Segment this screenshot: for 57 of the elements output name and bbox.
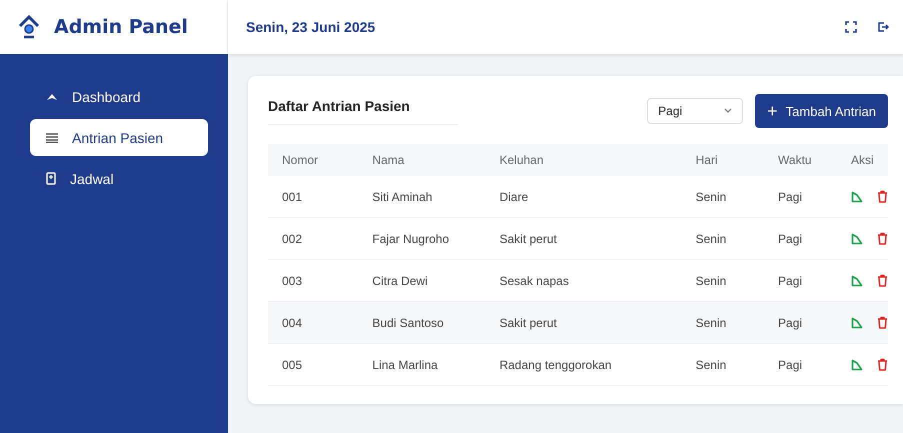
table-cell: Siti Aminah xyxy=(358,176,486,218)
trash-icon[interactable] xyxy=(877,358,888,371)
session-select[interactable]: Pagi xyxy=(647,98,744,124)
trash-icon[interactable] xyxy=(877,274,888,287)
sidebar-item[interactable]: Antrian Pasien xyxy=(30,119,208,156)
table-cell: Sesak napas xyxy=(485,260,682,302)
column-header: Waktu xyxy=(764,144,837,176)
chevron-icon xyxy=(724,108,732,114)
edit-icon[interactable] xyxy=(851,358,863,370)
table-cell: 002 xyxy=(268,218,358,260)
column-header: Nama xyxy=(358,144,486,176)
table-cell: Senin xyxy=(682,344,764,386)
edit-icon[interactable] xyxy=(851,232,863,244)
trash-icon[interactable] xyxy=(877,190,888,203)
current-date: Senin, 23 Juni 2025 xyxy=(246,19,376,35)
table-cell: 005 xyxy=(268,344,358,386)
table-cell: Lina Marlina xyxy=(358,344,486,386)
table-cell: Senin xyxy=(682,302,764,344)
add-queue-button[interactable]: + Tambah Antrian xyxy=(755,94,888,128)
table-cell: Senin xyxy=(682,260,764,302)
column-header: Nomor xyxy=(268,144,358,176)
table-cell: Senin xyxy=(682,218,764,260)
table-cell: Diare xyxy=(485,176,682,218)
column-header: Hari xyxy=(682,144,764,176)
sidebar-label: Jadwal xyxy=(70,170,114,186)
card-title: Daftar Antrian Pasien xyxy=(268,98,458,124)
table-cell: 003 xyxy=(268,260,358,302)
sidebar-label: Antrian Pasien xyxy=(72,130,164,146)
edit-icon[interactable] xyxy=(851,274,863,286)
table-cell: Senin xyxy=(682,176,764,218)
table-cell: Pagi xyxy=(764,176,837,218)
table-cell: Pagi xyxy=(764,260,837,302)
edit-icon[interactable] xyxy=(851,316,863,328)
brand-title: Admin Panel xyxy=(54,16,188,38)
table-cell: 001 xyxy=(268,176,358,218)
column-header: Aksi xyxy=(837,144,888,176)
list-icon xyxy=(46,132,58,142)
table-cell: Citra Dewi xyxy=(358,260,486,302)
table-cell: Sakit perut xyxy=(485,218,682,260)
table-cell: Radang tenggorokan xyxy=(485,344,682,386)
table-cell: Fajar Nugroho xyxy=(358,218,486,260)
table-cell: Pagi xyxy=(764,344,837,386)
column-header: Keluhan xyxy=(485,144,682,176)
table-cell: Pagi xyxy=(764,218,837,260)
logo-icon xyxy=(18,15,40,39)
sidebar-label: Dashboard xyxy=(72,88,140,104)
trash-icon[interactable] xyxy=(877,232,888,245)
table-cell: Budi Santoso xyxy=(358,302,486,344)
trash-icon[interactable] xyxy=(877,316,888,329)
table-cell: 004 xyxy=(268,302,358,344)
sidebar-item[interactable]: Jadwal xyxy=(28,160,208,197)
edit-icon[interactable] xyxy=(851,190,863,202)
logout-icon[interactable] xyxy=(877,21,889,33)
fullscreen-icon[interactable] xyxy=(845,21,857,33)
table-cell: Sakit perut xyxy=(485,302,682,344)
table-cell: Pagi xyxy=(764,302,837,344)
sidebar-item[interactable]: Dashboard xyxy=(28,78,208,115)
